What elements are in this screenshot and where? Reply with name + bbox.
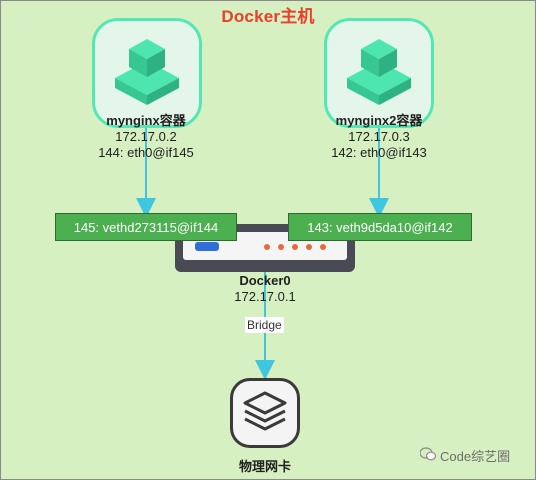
bridge-ip: 172.17.0.1: [234, 289, 296, 304]
diagram-canvas: Docker主机 mynginx容器 172.17.0.2 144: eth0@…: [0, 0, 536, 480]
container-mynginx2-label: mynginx2容器 172.17.0.3 142: eth0@if143: [309, 113, 449, 161]
container-mynginx-iface: 144: eth0@if145: [98, 145, 194, 160]
container-mynginx-label: mynginx容器 172.17.0.2 144: eth0@if145: [76, 113, 216, 161]
bridge-link-label: Bridge: [245, 317, 284, 333]
veth-box-1: 145: vethd273115@if144: [55, 213, 237, 241]
bridge-name: Docker0: [239, 273, 291, 288]
watermark-text: Code综艺圈: [440, 449, 511, 464]
veth-box-2: 143: veth9d5da10@if142: [288, 213, 472, 241]
container-mynginx-ip: 172.17.0.2: [115, 129, 177, 144]
container-mynginx-icon: [92, 18, 202, 128]
container-mynginx2-ip: 172.17.0.3: [348, 129, 410, 144]
wechat-icon: [420, 447, 436, 461]
container-mynginx2-iface: 142: eth0@if143: [331, 145, 427, 160]
container-mynginx2-name: mynginx2容器: [335, 113, 423, 128]
container-mynginx2-icon: [324, 18, 434, 128]
container-mynginx-name: mynginx容器: [106, 113, 186, 128]
bridge-label: Docker0 172.17.0.1: [195, 273, 335, 305]
layers-stack-icon: [230, 378, 300, 448]
nic-label: 物理网卡: [238, 459, 291, 474]
